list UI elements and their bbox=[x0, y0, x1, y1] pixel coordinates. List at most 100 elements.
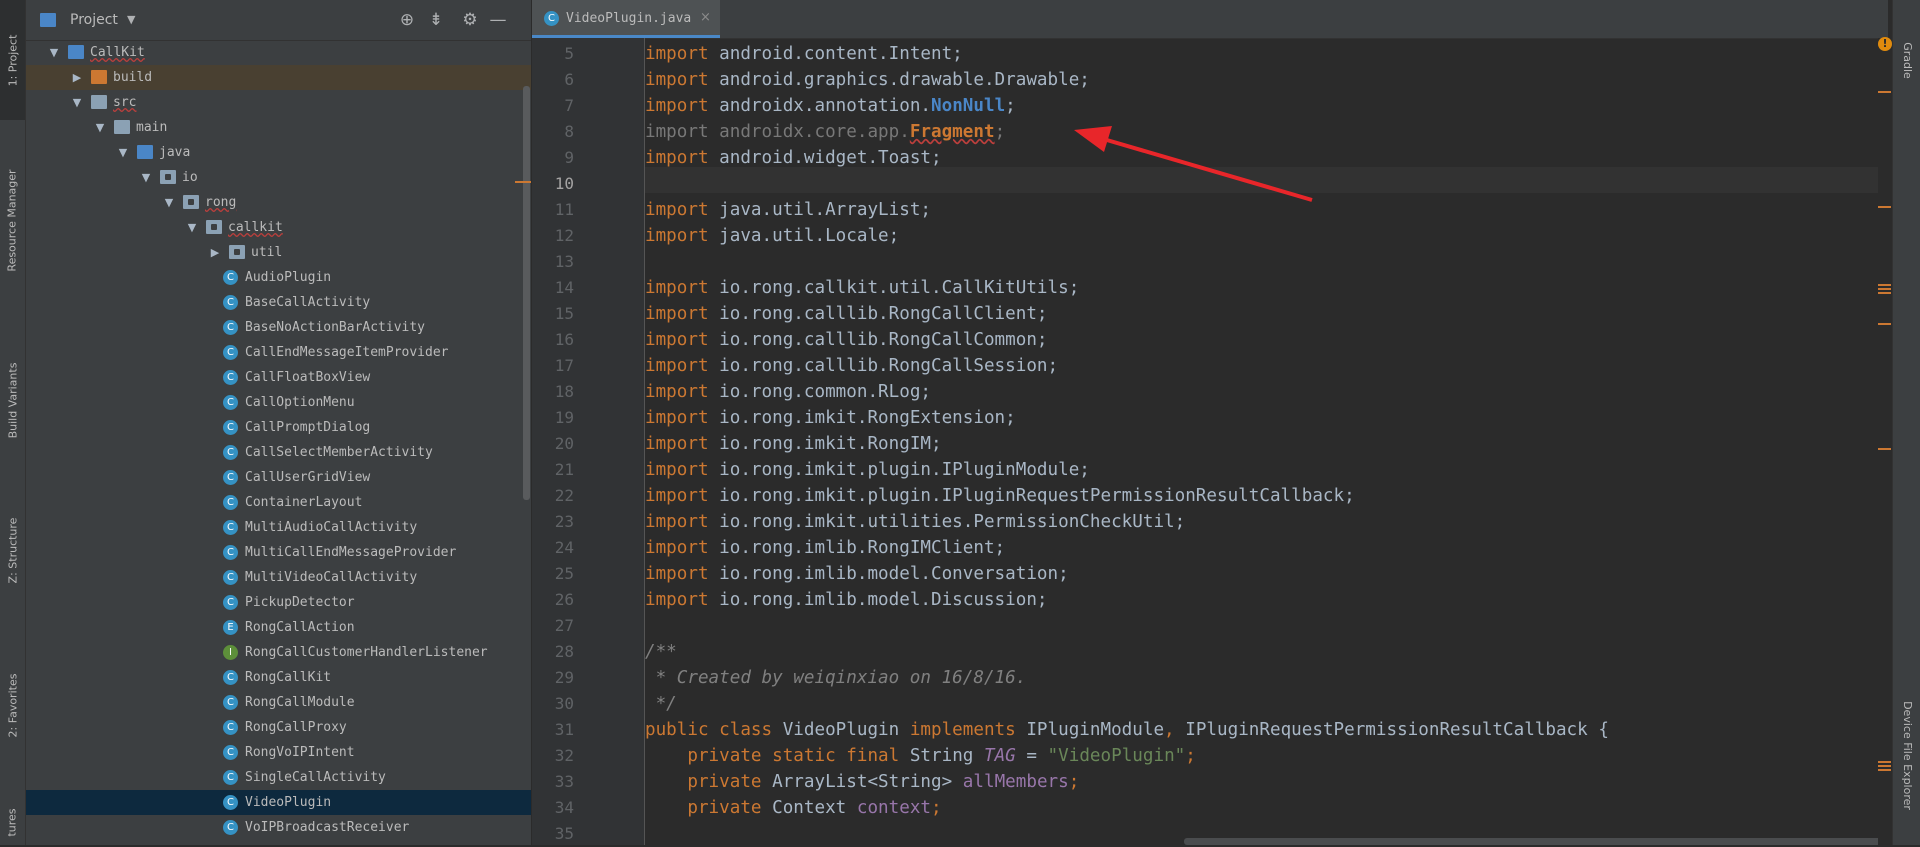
warning-icon[interactable]: ! bbox=[1878, 37, 1892, 51]
code-line[interactable]: /** bbox=[645, 639, 677, 665]
editor-tab-videoplugin[interactable]: C VideoPlugin.java × bbox=[532, 0, 720, 38]
stripe-marker[interactable] bbox=[1878, 292, 1891, 294]
minimize-icon[interactable]: — bbox=[488, 10, 508, 30]
tree-item-class[interactable]: C CallEndMessageItemProvider bbox=[26, 340, 531, 365]
tool-tab-structure[interactable]: Z: Structure bbox=[0, 500, 25, 600]
tool-tab-device-file-explorer[interactable]: Device File Explorer bbox=[1893, 675, 1920, 835]
chevron-down-icon[interactable]: ▼ bbox=[140, 165, 152, 190]
tree-item-class[interactable]: I RongCallCustomerHandlerListener bbox=[26, 640, 531, 665]
tree-scrollbar[interactable] bbox=[523, 86, 530, 500]
code-line[interactable]: import java.util.ArrayList; bbox=[645, 197, 931, 223]
code-line[interactable]: private ArrayList<String> allMembers; bbox=[645, 769, 1079, 795]
stripe-marker[interactable] bbox=[1878, 769, 1891, 771]
code-token: import bbox=[645, 538, 709, 558]
code-line[interactable]: import java.util.Locale; bbox=[645, 223, 899, 249]
collapse-icon[interactable]: ⇟ bbox=[426, 10, 446, 30]
project-tree[interactable]: ▼ CallKit ▶ build ▼ src ▼ main ▼ java ▼ io ▼ rong ▼ cal… bbox=[26, 40, 531, 845]
tree-item-class[interactable]: C MultiCallEndMessageProvider bbox=[26, 540, 531, 565]
tool-tab-captures[interactable]: tures bbox=[0, 800, 25, 845]
tree-item-class[interactable]: C CallFloatBoxView bbox=[26, 365, 531, 390]
code-line[interactable]: import android.graphics.drawable.Drawabl… bbox=[645, 67, 1090, 93]
tree-item-class[interactable]: C CallSelectMemberActivity bbox=[26, 440, 531, 465]
tree-item-folder[interactable]: ▼ main bbox=[26, 115, 531, 140]
tree-item-class[interactable]: C PickupDetector bbox=[26, 590, 531, 615]
stripe-marker[interactable] bbox=[1878, 91, 1891, 93]
stripe-marker[interactable] bbox=[1878, 761, 1891, 763]
tree-item-class[interactable]: C VideoPlugin bbox=[26, 790, 531, 815]
code-line[interactable]: import io.rong.common.RLog; bbox=[645, 379, 931, 405]
tree-item-class[interactable]: C ContainerLayout bbox=[26, 490, 531, 515]
tree-item-class[interactable]: C AudioPlugin bbox=[26, 265, 531, 290]
tool-tab-gradle[interactable]: Gradle bbox=[1893, 30, 1920, 90]
code-line[interactable]: import io.rong.imkit.RongExtension; bbox=[645, 405, 1016, 431]
project-view-title[interactable]: Project bbox=[70, 12, 118, 28]
tool-tab-project[interactable]: 1: Project bbox=[0, 0, 25, 120]
code-line[interactable]: * Created by weiqinxiao on 16/8/16. bbox=[645, 665, 1027, 691]
locate-icon[interactable]: ⊕ bbox=[397, 10, 417, 30]
tree-item-class[interactable]: C RongCallProxy bbox=[26, 715, 531, 740]
tree-item-class[interactable]: E RongCallAction bbox=[26, 615, 531, 640]
tree-item-folder[interactable]: ▼ CallKit bbox=[26, 40, 531, 65]
chevron-right-icon[interactable]: ▶ bbox=[209, 240, 221, 265]
chevron-right-icon[interactable]: ▶ bbox=[71, 65, 83, 90]
tree-item-folder[interactable]: ▼ rong bbox=[26, 190, 531, 215]
tree-item-folder[interactable]: ▶ util bbox=[26, 240, 531, 265]
code-line[interactable]: import android.widget.Toast; bbox=[645, 145, 942, 171]
tree-item-class[interactable]: C RongCallModule bbox=[26, 690, 531, 715]
tree-item-class[interactable]: C VoIPBroadcastReceiver bbox=[26, 815, 531, 840]
tree-item-class[interactable]: C CallPromptDialog bbox=[26, 415, 531, 440]
code-line[interactable]: import io.rong.imkit.utilities.Permissio… bbox=[645, 509, 1185, 535]
tree-item-folder[interactable]: ▶ build bbox=[26, 65, 531, 90]
tree-item-class[interactable]: C BaseCallActivity bbox=[26, 290, 531, 315]
code-line[interactable]: private Context context; bbox=[645, 795, 941, 821]
tree-item-folder[interactable]: ▼ java bbox=[26, 140, 531, 165]
tree-item-class[interactable]: C CallOptionMenu bbox=[26, 390, 531, 415]
chevron-down-icon[interactable]: ▼ bbox=[117, 140, 129, 165]
tree-item-class[interactable]: C MultiAudioCallActivity bbox=[26, 515, 531, 540]
chevron-down-icon[interactable]: ▼ bbox=[71, 90, 83, 115]
tool-tab-favorites[interactable]: 2: Favorites bbox=[0, 650, 25, 760]
stripe-marker[interactable] bbox=[1878, 765, 1891, 767]
code-line[interactable]: import io.rong.imlib.model.Discussion; bbox=[645, 587, 1048, 613]
error-stripe[interactable] bbox=[1878, 38, 1892, 845]
gear-icon[interactable]: ⚙ bbox=[460, 10, 480, 30]
code-line[interactable]: public class VideoPlugin implements IPlu… bbox=[645, 717, 1609, 743]
code-line[interactable]: import android.content.Intent; bbox=[645, 41, 963, 67]
tree-item-class[interactable]: C MultiVideoCallActivity bbox=[26, 565, 531, 590]
code-line[interactable]: import io.rong.imlib.RongIMClient; bbox=[645, 535, 1005, 561]
horizontal-scrollbar[interactable] bbox=[1184, 838, 1914, 845]
code-line[interactable]: */ bbox=[645, 691, 677, 717]
code-line[interactable]: import io.rong.imkit.RongIM; bbox=[645, 431, 942, 457]
tree-item-class[interactable]: C CallUserGridView bbox=[26, 465, 531, 490]
chevron-down-icon[interactable]: ▼ bbox=[127, 13, 135, 26]
close-icon[interactable]: × bbox=[700, 10, 711, 25]
stripe-marker[interactable] bbox=[1878, 448, 1891, 450]
tree-item-folder[interactable]: ▼ src bbox=[26, 90, 531, 115]
stripe-marker[interactable] bbox=[1878, 323, 1891, 325]
code-line[interactable]: import io.rong.imkit.plugin.IPluginModul… bbox=[645, 457, 1090, 483]
chevron-down-icon[interactable]: ▼ bbox=[163, 190, 175, 215]
tree-item-folder[interactable]: ▼ callkit bbox=[26, 215, 531, 240]
tree-item-class[interactable]: C RongCallKit bbox=[26, 665, 531, 690]
tree-item-class[interactable]: C SingleCallActivity bbox=[26, 765, 531, 790]
code-line[interactable]: import io.rong.calllib.RongCallClient; bbox=[645, 301, 1048, 327]
code-line[interactable]: import io.rong.calllib.RongCallSession; bbox=[645, 353, 1058, 379]
code-line[interactable]: import androidx.core.app.Fragment; bbox=[645, 119, 1005, 145]
code-line[interactable]: private static final String TAG = "Video… bbox=[645, 743, 1195, 769]
chevron-down-icon[interactable]: ▼ bbox=[48, 40, 60, 65]
stripe-marker[interactable] bbox=[1878, 288, 1891, 290]
chevron-down-icon[interactable]: ▼ bbox=[94, 115, 106, 140]
tool-tab-build-variants[interactable]: Build Variants bbox=[0, 340, 25, 460]
code-line[interactable]: import io.rong.imkit.plugin.IPluginReque… bbox=[645, 483, 1355, 509]
stripe-marker[interactable] bbox=[1878, 284, 1891, 286]
tree-item-class[interactable]: C RongVoIPIntent bbox=[26, 740, 531, 765]
code-line[interactable]: import androidx.annotation.NonNull; bbox=[645, 93, 1016, 119]
tree-item-folder[interactable]: ▼ io bbox=[26, 165, 531, 190]
tree-item-class[interactable]: C BaseNoActionBarActivity bbox=[26, 315, 531, 340]
code-line[interactable]: import io.rong.calllib.RongCallCommon; bbox=[645, 327, 1048, 353]
code-line[interactable]: import io.rong.callkit.util.CallKitUtils… bbox=[645, 275, 1079, 301]
tool-tab-resource-manager[interactable]: Resource Manager bbox=[0, 155, 25, 285]
chevron-down-icon[interactable]: ▼ bbox=[186, 215, 198, 240]
code-line[interactable]: import io.rong.imlib.model.Conversation; bbox=[645, 561, 1069, 587]
stripe-marker[interactable] bbox=[1878, 206, 1891, 208]
